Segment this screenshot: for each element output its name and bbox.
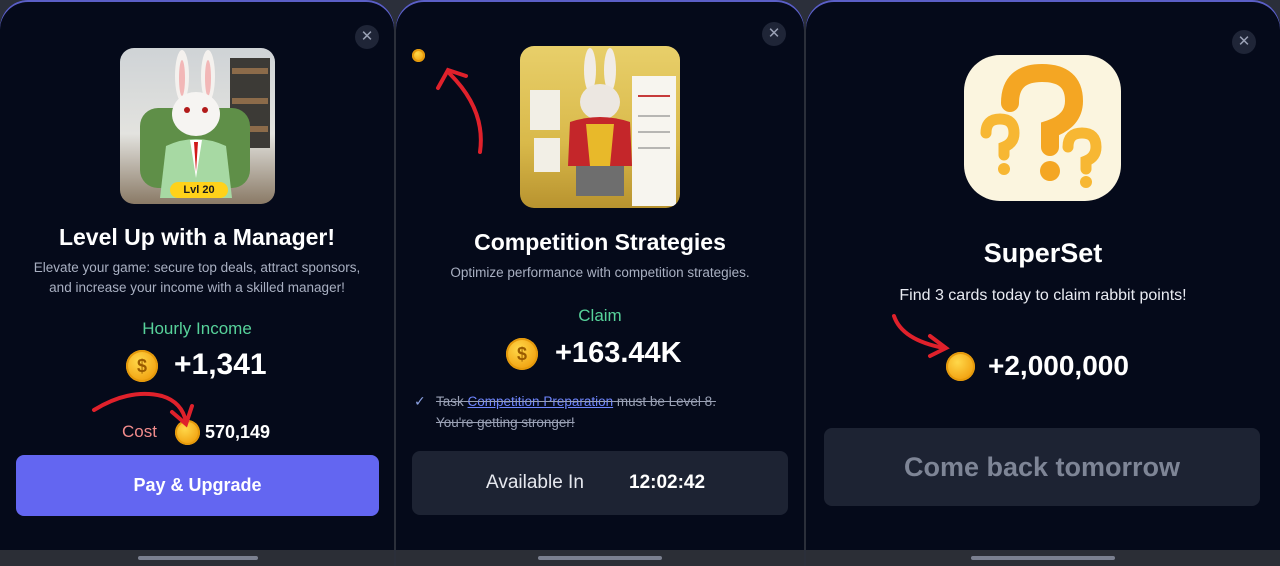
- panel-subtitle: Find 3 cards today to claim rabbit point…: [899, 287, 1187, 304]
- competition-strategies-panel: ✕ Competition Strategies Optimize perfor…: [396, 0, 804, 566]
- question-marks-illustration: [980, 63, 1102, 188]
- panel-title: Competition Strategies: [474, 229, 726, 255]
- manager-rabbit-illustration: [140, 50, 270, 198]
- home-indicator: [971, 556, 1115, 560]
- subtitle-line-2: and increase your income with a skilled …: [49, 280, 345, 295]
- close-icon[interactable]: ✕: [355, 25, 379, 49]
- hourly-income-value: +1,341: [174, 348, 267, 381]
- home-indicator: [538, 556, 662, 560]
- competition-rabbit-illustration: [530, 48, 676, 206]
- claim-label: Claim: [578, 306, 622, 325]
- task-suffix: must be Level 8.: [616, 394, 716, 409]
- hourly-income-label: Hourly Income: [142, 319, 252, 338]
- panel-title: SuperSet: [983, 238, 1103, 268]
- countdown-timer: 12:02:42: [629, 472, 706, 493]
- cost-value: 570,149: [205, 422, 271, 442]
- coin-icon: [175, 420, 200, 445]
- coin-icon: [946, 352, 975, 381]
- superset-panel: ✕ SuperSet Find 3 cards today to claim r…: [806, 0, 1280, 566]
- competition-rabbit-image: [520, 46, 680, 208]
- cost-label: Cost: [122, 422, 157, 441]
- red-arrow-annotation: [436, 67, 483, 154]
- task-prefix: Task: [436, 394, 464, 409]
- check-icon: ✓: [414, 393, 426, 409]
- come-back-tomorrow-button: Come back tomorrow: [824, 428, 1260, 506]
- manager-rabbit-image: Lvl 20: [120, 48, 275, 204]
- dollar-coin-icon: $: [126, 350, 158, 382]
- close-icon[interactable]: ✕: [762, 22, 786, 46]
- subtitle-line-1: Elevate your game: secure top deals, att…: [33, 260, 361, 275]
- reward-value: +2,000,000: [988, 350, 1129, 381]
- claim-value: +163.44K: [555, 337, 682, 369]
- close-icon[interactable]: ✕: [1232, 30, 1256, 54]
- task-requirement: Task Competition Preparation must be Lev…: [436, 394, 716, 409]
- level-badge: Lvl 20: [170, 182, 228, 198]
- task-note: You're getting stronger!: [436, 415, 575, 430]
- coin-icon: [412, 47, 425, 65]
- available-in-label: Available In: [486, 472, 584, 493]
- panel-title: Level Up with a Manager!: [58, 224, 336, 250]
- panel-subtitle: Optimize performance with competition st…: [450, 265, 750, 280]
- mystery-card-image: [964, 55, 1121, 201]
- dollar-coin-icon: $: [506, 338, 538, 370]
- manager-upgrade-panel: ✕ Lvl 20 Level Up with a Manager! Elevat…: [0, 0, 394, 566]
- pay-upgrade-button[interactable]: Pay & Upgrade: [16, 455, 379, 516]
- home-indicator: [138, 556, 258, 560]
- available-in-button: Available In 12:02:42: [412, 451, 788, 515]
- task-link[interactable]: Competition Preparation: [468, 394, 614, 409]
